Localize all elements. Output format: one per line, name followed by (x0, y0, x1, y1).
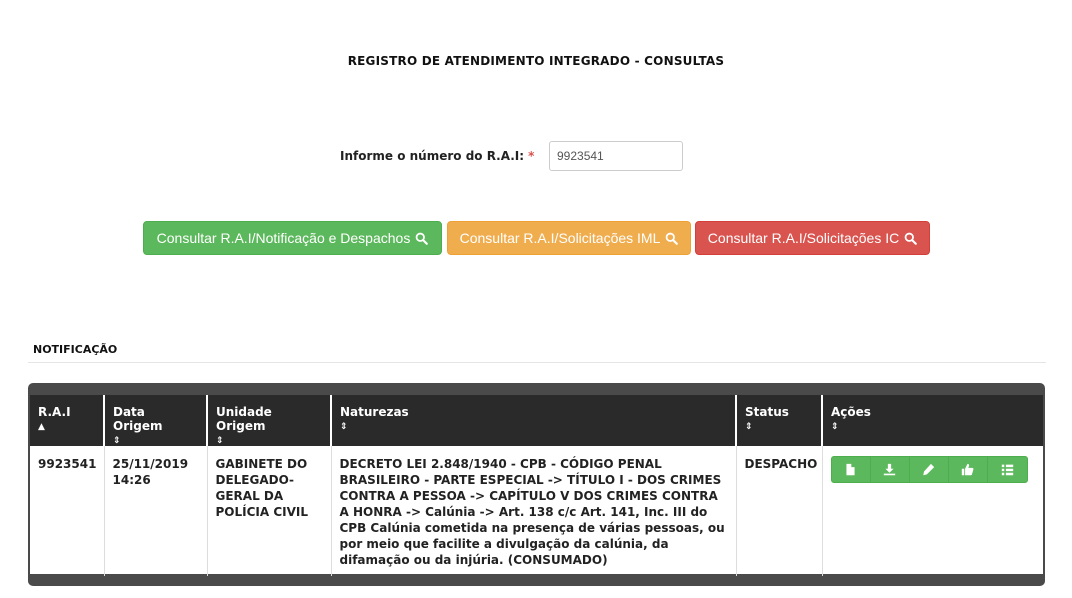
download-button[interactable] (871, 457, 910, 482)
action-button-group (830, 456, 1028, 483)
sort-icon[interactable]: ⇕ (340, 423, 727, 432)
list-button[interactable] (988, 457, 1027, 482)
search-icon (415, 232, 429, 245)
section-title: NOTIFICAÇÃO (33, 343, 118, 356)
rai-label: Informe o número do R.A.I: * (340, 149, 534, 163)
page-title: REGISTRO DE ATENDIMENTO INTEGRADO - CONS… (347, 54, 725, 68)
consult-notification-button[interactable]: Consultar R.A.I/Notificação e Despachos (143, 221, 442, 255)
approve-button[interactable] (949, 457, 988, 482)
sort-icon[interactable]: ⇕ (745, 423, 813, 432)
thumbs-up-icon (961, 463, 974, 476)
notification-table: R.A.I ▲ Data Origem ⇕ Unidade Origem ⇕ Natu… (30, 395, 1043, 576)
sort-icon[interactable]: ⇕ (216, 437, 322, 446)
rai-label-text: Informe o número do R.A.I: (340, 149, 525, 163)
sort-asc-icon[interactable]: ▲ (38, 423, 95, 432)
cell-naturezas: DECRETO LEI 2.848/1940 - CPB - CÓDIGO PE… (331, 446, 737, 576)
column-header-status[interactable]: Status ⇕ (736, 395, 823, 446)
cell-actions (822, 446, 1043, 576)
consult-iml-label: Consultar R.A.I/Solicitações IML (459, 230, 661, 246)
file-icon (846, 463, 855, 476)
section-divider (28, 362, 1046, 363)
notification-table-panel: R.A.I ▲ Data Origem ⇕ Unidade Origem ⇕ Natu… (28, 383, 1045, 586)
download-icon (883, 463, 896, 476)
sort-icon[interactable]: ⇕ (831, 423, 1035, 432)
required-mark: * (528, 149, 535, 163)
list-icon (1001, 464, 1013, 476)
consult-iml-button[interactable]: Consultar R.A.I/Solicitações IML (447, 221, 691, 255)
consult-ic-label: Consultar R.A.I/Solicitações IC (707, 230, 900, 246)
sort-icon[interactable]: ⇕ (113, 437, 198, 446)
rai-form: Informe o número do R.A.I: * (0, 141, 1072, 171)
column-header-naturezas[interactable]: Naturezas ⇕ (331, 395, 737, 446)
cell-rai: 9923541 (30, 446, 105, 576)
table-header-row: R.A.I ▲ Data Origem ⇕ Unidade Origem ⇕ Natu… (30, 395, 1043, 446)
consult-ic-button[interactable]: Consultar R.A.I/Solicitações IC (695, 221, 930, 255)
column-header-acoes[interactable]: Ações ⇕ (822, 395, 1043, 446)
rai-input[interactable] (549, 141, 683, 171)
pencil-icon (923, 463, 935, 476)
cell-unidade-origem: GABINETE DO DELEGADO-GERAL DA POLÍCIA CI… (207, 446, 332, 576)
column-header-data-origem[interactable]: Data Origem ⇕ (104, 395, 208, 446)
table-row: 9923541 25/11/2019 14:26 GABINETE DO DEL… (30, 446, 1043, 576)
consult-notification-label: Consultar R.A.I/Notificação e Despachos (156, 230, 411, 246)
column-header-rai[interactable]: R.A.I ▲ (30, 395, 105, 446)
search-icon (666, 232, 679, 245)
search-icon (904, 232, 918, 245)
view-document-button[interactable] (832, 457, 871, 482)
column-header-unidade-origem[interactable]: Unidade Origem ⇕ (207, 395, 332, 446)
cell-data-origem: 25/11/2019 14:26 (104, 446, 208, 576)
cell-status: DESPACHO (736, 446, 823, 576)
edit-button[interactable] (910, 457, 949, 482)
